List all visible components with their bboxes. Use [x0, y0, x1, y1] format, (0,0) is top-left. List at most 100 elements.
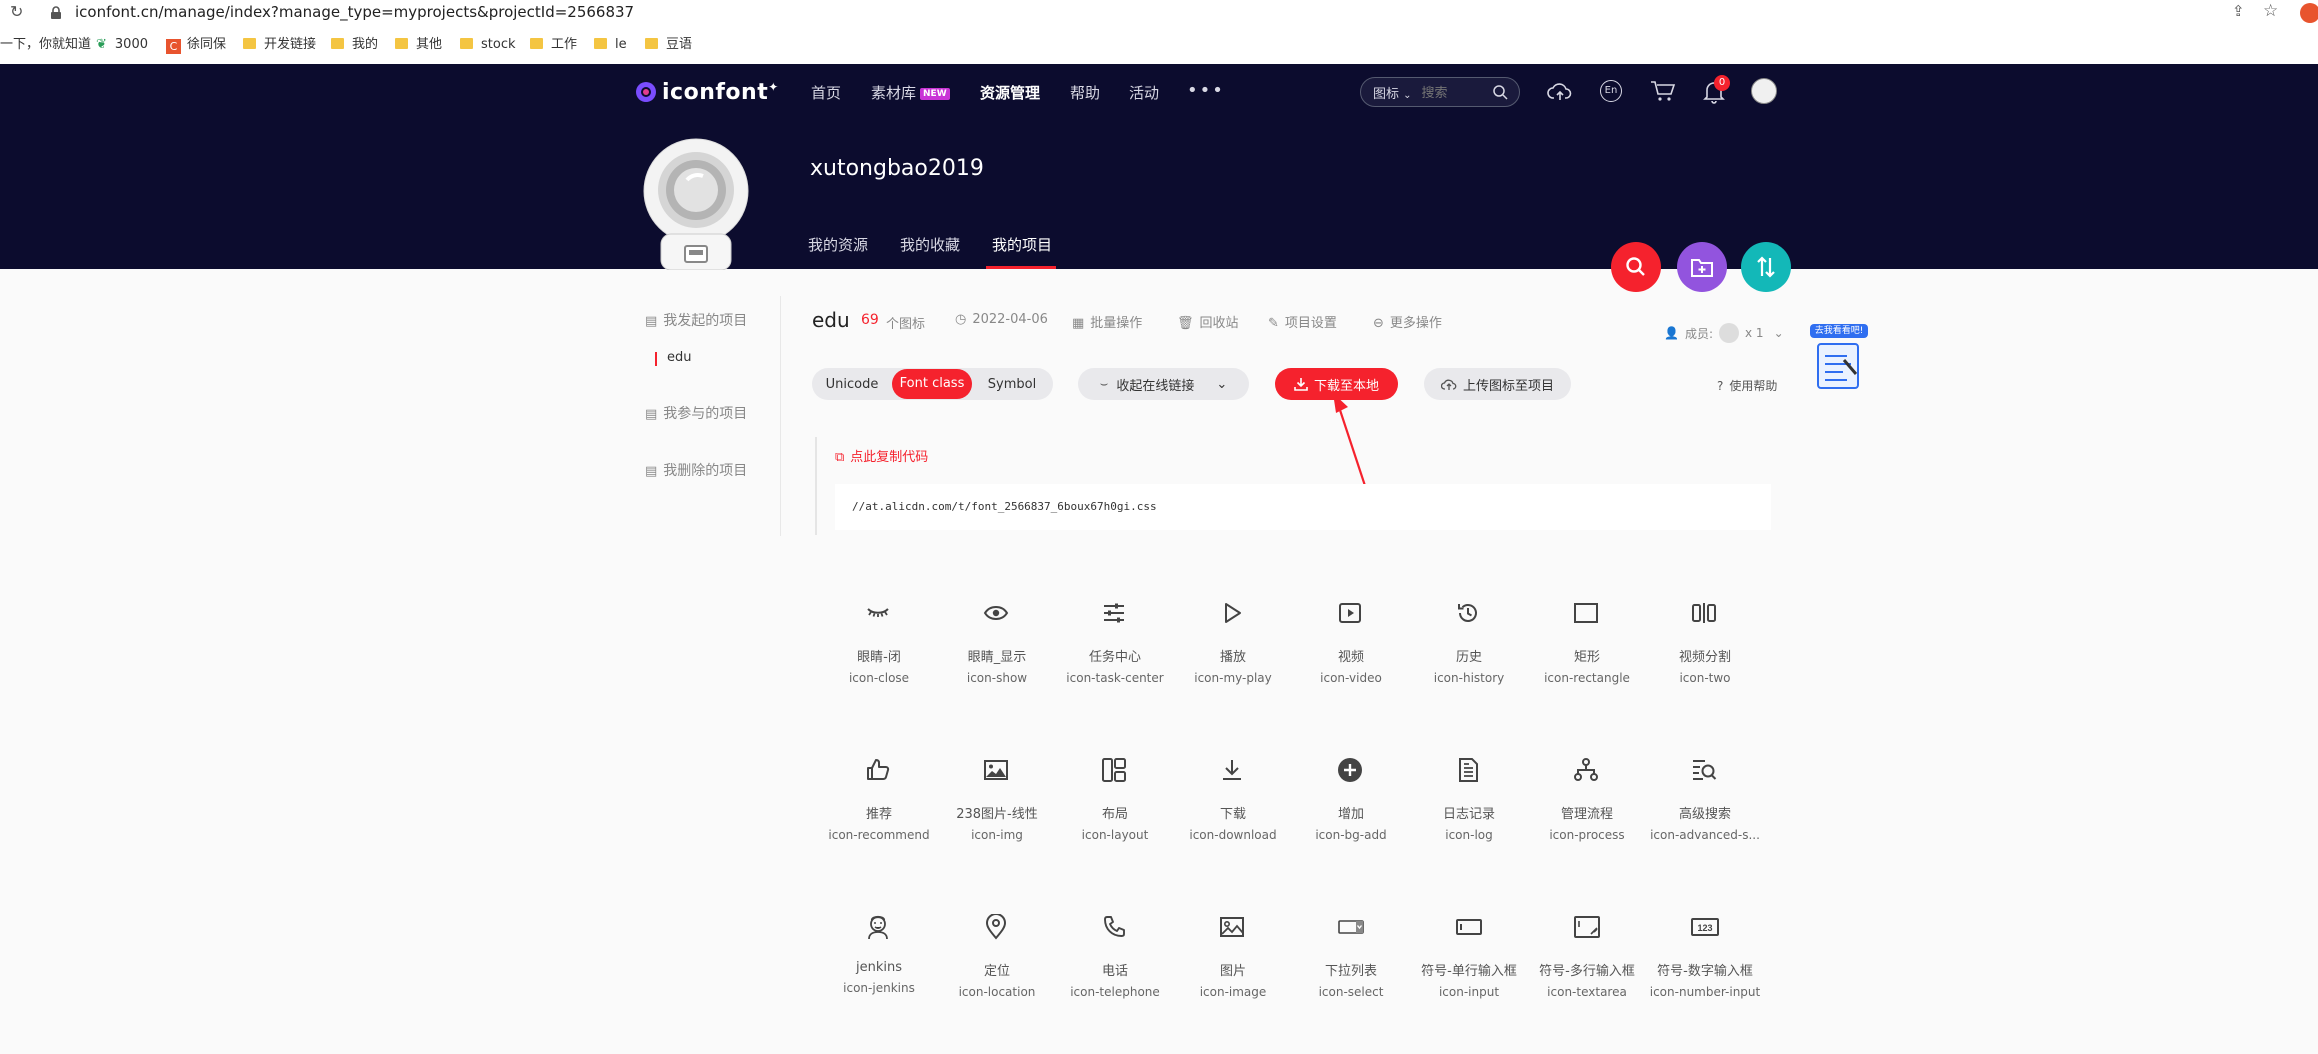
icon-card[interactable]: 布局 icon-layout [1056, 757, 1174, 842]
reload-icon[interactable]: ↻ [10, 2, 23, 21]
icon-card[interactable]: 矩形 icon-rectangle [1528, 600, 1646, 685]
history-icon [1458, 604, 1477, 622]
icon-card[interactable]: 123 符号-数字输入框 icon-number-input [1646, 914, 1764, 999]
member-icon: 👤 [1664, 326, 1679, 340]
tab-symbol[interactable]: Symbol [972, 377, 1052, 392]
bookmark-xutongbao[interactable]: C 徐同保 [166, 34, 226, 56]
icon-card[interactable]: 增加 icon-bg-add [1292, 757, 1410, 842]
icon-card[interactable]: 符号-多行输入框 icon-textarea [1528, 914, 1646, 999]
tab-font-class[interactable]: Font class [892, 369, 972, 399]
icon-card[interactable]: 下拉列表 icon-select [1292, 914, 1410, 999]
icon-card[interactable]: 播放 icon-my-play [1174, 600, 1292, 685]
nav-resource-manage[interactable]: 资源管理 [980, 82, 1040, 104]
icon-card-cn-name: 视频分割 [1678, 650, 1731, 665]
css-link-code[interactable]: //at.alicdn.com/t/font_2566837_6boux67h0… [852, 500, 1157, 513]
cart-icon[interactable] [1650, 80, 1676, 102]
url-text[interactable]: iconfont.cn/manage/index?manage_type=myp… [75, 3, 634, 21]
icon-card[interactable]: 高级搜索 icon-advanced-s... [1646, 757, 1764, 842]
float-search-button[interactable] [1611, 242, 1661, 292]
collapse-online-link-button[interactable]: ⌣ 收起在线链接 ⌄ [1078, 368, 1249, 400]
icon-card[interactable]: jenkins icon-jenkins [820, 914, 938, 995]
layout-icon [1102, 758, 1126, 782]
icon-card[interactable]: 视频分割 icon-two [1646, 600, 1764, 685]
icon-card[interactable]: 管理流程 icon-process [1528, 757, 1646, 842]
subnav-my-resources[interactable]: 我的资源 [808, 234, 868, 255]
bookmark-folder-dev[interactable]: 开发链接 [243, 34, 316, 56]
nav-home[interactable]: 首页 [811, 82, 841, 104]
profile-avatar [643, 138, 749, 271]
icon-card[interactable]: 下载 icon-download [1174, 757, 1292, 842]
icon-card[interactable]: 定位 icon-location [938, 914, 1056, 999]
icon-card-cn-name: 播放 [1219, 650, 1246, 665]
icon-card[interactable]: 眼睛_显示 icon-show [938, 600, 1056, 685]
sidebar-item-joined[interactable]: ▤ 我参与的项目 [645, 403, 747, 423]
float-new-folder-button[interactable] [1677, 242, 1727, 292]
icon-card-class-name: icon-close [848, 671, 910, 685]
bookmark-folder-work[interactable]: 工作 [530, 34, 577, 56]
sidebar-project-edu[interactable]: edu [667, 350, 692, 365]
nav-more-icon[interactable]: ••• [1187, 80, 1225, 102]
bookmark-folder-other[interactable]: 其他 [395, 34, 442, 56]
search-icon[interactable] [1492, 84, 1508, 100]
bookmark-folder-stock[interactable]: stock [460, 34, 516, 56]
icon-card[interactable]: 电话 icon-telephone [1056, 914, 1174, 999]
search-input[interactable] [1421, 84, 1492, 100]
icon-card-cn-name: 下拉列表 [1324, 964, 1377, 979]
icon-card[interactable]: 符号-单行输入框 icon-input [1410, 914, 1528, 999]
float-sort-button[interactable] [1741, 242, 1791, 292]
subnav-my-projects[interactable]: 我的项目 [992, 234, 1052, 255]
bookmark-folder-le[interactable]: le [594, 34, 627, 56]
bookmark-baidu[interactable]: 一下，你就知道 [0, 34, 91, 56]
icon-card[interactable]: 视频 icon-video [1292, 600, 1410, 685]
jenkins-icon [868, 915, 888, 940]
icon-card[interactable]: 日志记录 icon-log [1410, 757, 1528, 842]
grid-icon: ▦ [1072, 316, 1085, 331]
usage-help-link[interactable]: ? 使用帮助 [1717, 377, 1777, 394]
iconfont-logo[interactable]: iconfont ✦ [635, 79, 778, 105]
folder-icon [530, 38, 543, 49]
nav-activity[interactable]: 活动 [1129, 82, 1159, 104]
astronaut-avatar-icon [643, 138, 749, 271]
icon-card[interactable]: 历史 icon-history [1410, 600, 1528, 685]
bookmark-folder-mine[interactable]: 我的 [331, 34, 378, 56]
sidebar-item-deleted[interactable]: ▤ 我删除的项目 [645, 460, 747, 480]
language-icon[interactable]: En [1600, 80, 1622, 102]
batch-operation-button[interactable]: ▦ 批量操作 [1072, 312, 1142, 331]
picture-icon [984, 760, 1008, 780]
sidebar-item-initiated[interactable]: ▤ 我发起的项目 [645, 310, 747, 330]
project-list-icon: ▤ [645, 407, 658, 422]
promo-sticker[interactable]: 去我看看吧! [1810, 324, 1868, 394]
more-actions-button[interactable]: ⊖ 更多操作 [1373, 312, 1442, 331]
search-scope-select[interactable]: 图标 ⌄ [1373, 83, 1412, 102]
recycle-bin-button[interactable]: 🗑 回收站 [1177, 312, 1239, 331]
bookmark-folder-douyu[interactable]: 豆语 [645, 34, 692, 56]
icon-card-cn-name: 高级搜索 [1678, 807, 1731, 822]
copy-code-button[interactable]: ⧉ 点此复制代码 [835, 446, 928, 465]
username-title: xutongbao2019 [810, 156, 984, 181]
nav-library[interactable]: 素材库 NEW [871, 82, 950, 104]
tab-unicode[interactable]: Unicode [812, 377, 892, 392]
icon-card[interactable]: 任务中心 icon-task-center [1056, 600, 1174, 685]
icon-card-cn-name: 推荐 [865, 807, 892, 822]
bookmark-3000[interactable]: ❦ 3000 [96, 34, 148, 56]
user-avatar-small[interactable] [1751, 78, 1777, 104]
chevron-down-icon: ⌄ [1773, 326, 1784, 340]
share-icon[interactable]: ⇪ [2232, 2, 2245, 20]
icon-card[interactable]: 图片 icon-image [1174, 914, 1292, 999]
project-settings-button[interactable]: ✎ 项目设置 [1268, 312, 1337, 331]
icon-card[interactable]: 推荐 icon-recommend [820, 757, 938, 842]
lock-icon [51, 6, 61, 19]
members-info[interactable]: 👤 成员: x 1 ⌄ [1664, 323, 1784, 343]
icon-card-cn-name: 下载 [1219, 807, 1246, 822]
eye-closed-icon [867, 608, 889, 617]
nav-help[interactable]: 帮助 [1070, 82, 1100, 104]
icon-card[interactable]: 238图片-线性 icon-img [938, 757, 1056, 842]
subnav-my-favorites[interactable]: 我的收藏 [900, 234, 960, 255]
star-icon[interactable]: ☆ [2263, 1, 2278, 21]
subnav-active-indicator [986, 266, 1056, 269]
bookmarks-bar: 一下，你就知道 ❦ 3000 C 徐同保 开发链接 我的 其他 stock 工作 l… [0, 26, 2318, 64]
upload-cloud-icon[interactable] [1547, 80, 1573, 102]
icon-card[interactable]: 眼睛-闭 icon-close [820, 600, 938, 685]
profile-icon[interactable] [2300, 3, 2318, 23]
upload-icon-button[interactable]: 上传图标至项目 [1424, 368, 1571, 400]
